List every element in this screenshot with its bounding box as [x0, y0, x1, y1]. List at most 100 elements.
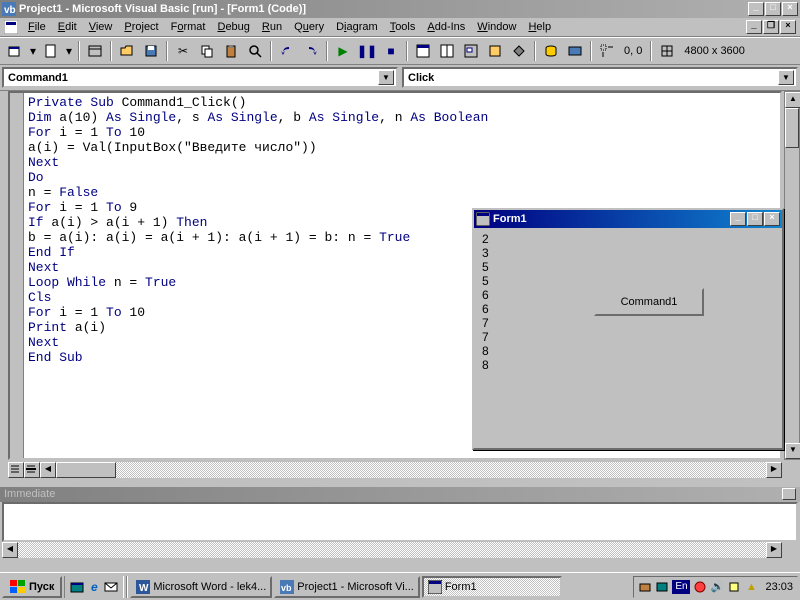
form-icon — [476, 212, 490, 226]
dropdown-arrow-icon[interactable]: ▾ — [28, 40, 38, 62]
toolbox-button[interactable] — [508, 40, 530, 62]
vertical-scrollbar[interactable]: ▲ ▼ — [784, 91, 800, 460]
save-button[interactable] — [140, 40, 162, 62]
scroll-right-button[interactable]: ▶ — [766, 542, 782, 558]
form1-close-button[interactable]: × — [764, 212, 780, 226]
position-text: 0, 0 — [620, 45, 646, 57]
form1-maximize-button[interactable]: □ — [747, 212, 763, 226]
object-browser-button[interactable] — [484, 40, 506, 62]
mdi-minimize-button[interactable]: _ — [746, 20, 762, 34]
end-button[interactable]: ■ — [380, 40, 402, 62]
tray-icon[interactable]: ▲ — [744, 580, 758, 594]
menu-edit[interactable]: Edit — [52, 19, 83, 35]
minimize-button[interactable]: _ — [748, 2, 764, 16]
scroll-up-button[interactable]: ▲ — [785, 92, 800, 108]
size-text: 4800 x 3600 — [680, 45, 749, 57]
form1-titlebar[interactable]: Form1 _ □ × — [474, 210, 782, 228]
object-combo[interactable]: Command1 ▼ — [2, 67, 398, 88]
vb-icon: vb — [280, 580, 294, 594]
menu-help[interactable]: Help — [522, 19, 557, 35]
immediate-titlebar[interactable]: Immediate × — [0, 487, 800, 502]
mdi-close-button[interactable]: × — [780, 20, 796, 34]
scroll-left-button[interactable]: ◀ — [2, 542, 18, 558]
language-indicator[interactable]: En — [672, 580, 690, 594]
form-layout-button[interactable] — [460, 40, 482, 62]
menu-run[interactable]: Run — [256, 19, 288, 35]
scroll-thumb[interactable] — [56, 462, 116, 478]
mdi-restore-button[interactable]: ❐ — [763, 20, 779, 34]
menu-format[interactable]: Format — [165, 19, 212, 35]
form1-title: Form1 — [493, 213, 730, 225]
scroll-down-button[interactable]: ▼ — [785, 443, 800, 459]
scroll-right-button[interactable]: ▶ — [766, 462, 782, 478]
vcm-button[interactable] — [564, 40, 586, 62]
resize-grip[interactable] — [782, 542, 798, 558]
menu-debug[interactable]: Debug — [211, 19, 255, 35]
menu-view[interactable]: View — [83, 19, 119, 35]
form1-window[interactable]: Form1 _ □ × 2355667788 Command1 — [472, 208, 784, 450]
scroll-thumb[interactable] — [785, 108, 799, 148]
toolbar: ▾ ▾ ✂ ▶ ❚❚ ■ 0, 0 4800 x 3600 — [0, 37, 800, 65]
full-module-view-button[interactable] — [8, 462, 24, 478]
project-explorer-button[interactable] — [412, 40, 434, 62]
start-button[interactable]: Пуск — [2, 576, 62, 598]
horizontal-scrollbar[interactable]: ◀ ▶ — [8, 462, 782, 478]
svg-text:vb: vb — [281, 583, 292, 593]
procedure-combo[interactable]: Click ▼ — [402, 67, 798, 88]
break-button[interactable]: ❚❚ — [356, 40, 378, 62]
margin-indicator-bar[interactable] — [10, 93, 24, 458]
taskbar-task-word[interactable]: W Microsoft Word - lek4... — [130, 576, 272, 598]
redo-button[interactable] — [300, 40, 322, 62]
chevron-down-icon[interactable]: ▼ — [378, 70, 394, 85]
outlook-icon[interactable] — [103, 579, 119, 595]
menu-editor-button[interactable] — [84, 40, 106, 62]
cut-button[interactable]: ✂ — [172, 40, 194, 62]
copy-button[interactable] — [196, 40, 218, 62]
form1-minimize-button[interactable]: _ — [730, 212, 746, 226]
system-tray: En 🔊 ▲ 23:03 — [633, 576, 798, 598]
procedure-view-button[interactable] — [24, 462, 40, 478]
command1-button[interactable]: Command1 — [594, 288, 704, 316]
add-project-button[interactable] — [4, 40, 26, 62]
immediate-close-button[interactable]: × — [782, 488, 796, 500]
properties-button[interactable] — [436, 40, 458, 62]
tray-icon[interactable] — [655, 580, 669, 594]
taskbar-task-form1[interactable]: Form1 — [422, 576, 562, 598]
tray-icon[interactable] — [693, 580, 707, 594]
form1-client-area[interactable]: 2355667788 Command1 — [474, 228, 782, 448]
menu-window[interactable]: Window — [471, 19, 522, 35]
quick-launch: e — [64, 576, 124, 598]
tray-icon[interactable] — [727, 580, 741, 594]
word-icon: W — [136, 580, 150, 594]
close-button[interactable]: × — [782, 2, 798, 16]
clock[interactable]: 23:03 — [765, 581, 793, 593]
paste-button[interactable] — [220, 40, 242, 62]
taskbar-task-vb[interactable]: vb Project1 - Microsoft Vi... — [274, 576, 420, 598]
volume-icon[interactable]: 🔊 — [710, 580, 724, 594]
menu-file[interactable]: File — [22, 19, 52, 35]
tray-icon[interactable] — [638, 580, 652, 594]
chevron-down-icon[interactable]: ▼ — [778, 70, 794, 85]
menu-addins[interactable]: Add-Ins — [421, 19, 471, 35]
show-desktop-icon[interactable] — [69, 579, 85, 595]
menu-tools[interactable]: Tools — [384, 19, 422, 35]
open-button[interactable] — [116, 40, 138, 62]
procedure-combo-text: Click — [406, 72, 778, 84]
menu-diagram[interactable]: Diagram — [330, 19, 384, 35]
main-titlebar[interactable]: vb Project1 - Microsoft Visual Basic [ru… — [0, 0, 800, 18]
add-item-button[interactable] — [40, 40, 62, 62]
start-button[interactable]: ▶ — [332, 40, 354, 62]
vb-icon: vb — [2, 2, 16, 16]
immediate-text-area[interactable] — [2, 502, 798, 542]
main-title: Project1 - Microsoft Visual Basic [run] … — [19, 3, 748, 15]
ie-icon[interactable]: e — [86, 579, 102, 595]
undo-button[interactable] — [276, 40, 298, 62]
dropdown-arrow-icon[interactable]: ▾ — [64, 40, 74, 62]
find-button[interactable] — [244, 40, 266, 62]
data-view-button[interactable] — [540, 40, 562, 62]
menu-query[interactable]: Query — [288, 19, 330, 35]
scroll-left-button[interactable]: ◀ — [40, 462, 56, 478]
taskbar: Пуск e W Microsoft Word - lek4... vb Pro… — [0, 572, 800, 600]
menu-project[interactable]: Project — [118, 19, 164, 35]
maximize-button[interactable]: □ — [765, 2, 781, 16]
